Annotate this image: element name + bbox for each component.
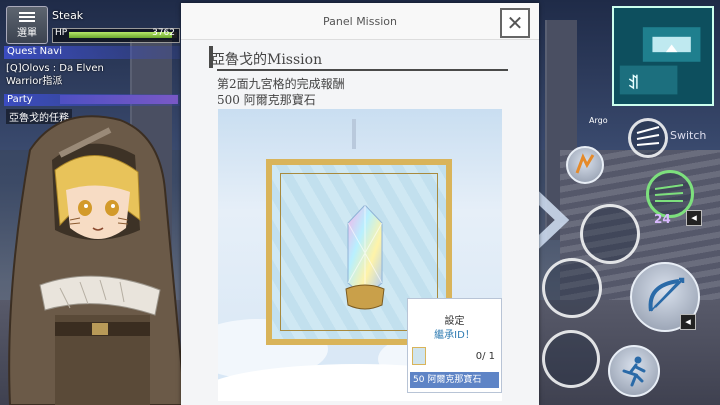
gem-thumbnail-icon xyxy=(412,347,426,365)
arrow-left-icon[interactable]: ◂ xyxy=(686,210,702,226)
hamburger-icon xyxy=(19,11,35,22)
popup-line-2: 繼承ID！ xyxy=(434,330,475,341)
quest-line-2: Warrior指派 xyxy=(6,76,63,87)
arcana-gem-icon xyxy=(345,205,385,310)
mission-reward-text: 500 阿爾克那寶石 xyxy=(217,93,316,107)
menu-button[interactable]: 選單 xyxy=(6,6,48,44)
skill-burst-icon xyxy=(575,153,595,174)
quest-navi-text[interactable]: [Q]Olovs : Da Elven Warrior指派 xyxy=(6,62,104,88)
quest-navi-header[interactable]: Quest Navi xyxy=(4,46,180,59)
switch-skill-ring[interactable] xyxy=(628,118,668,158)
empty-skill-ring[interactable] xyxy=(580,204,640,264)
empty-skill-ring[interactable] xyxy=(542,330,600,388)
green-arrow-icon xyxy=(654,184,684,202)
hp-label: HP xyxy=(55,28,68,38)
skill-button-1[interactable] xyxy=(566,146,604,184)
dash-button[interactable] xyxy=(608,345,660,397)
close-icon: ✕ xyxy=(506,11,524,35)
player-name: Steak xyxy=(52,9,84,22)
reward-popup[interactable]: 設定 繼承ID！ 0/ 1 50 阿爾克那寶石 xyxy=(407,298,502,393)
close-button[interactable]: ✕ xyxy=(500,8,530,38)
minimap[interactable]: ꀊ xyxy=(612,6,714,106)
npc-label: Argo xyxy=(589,116,608,125)
argo-character-portrait xyxy=(8,115,187,405)
hp-value: 3762 xyxy=(152,28,175,38)
item-count: 0/ 1 xyxy=(475,351,495,362)
empty-skill-ring[interactable] xyxy=(542,258,602,318)
arrow-volley-icon xyxy=(636,126,660,146)
menu-label: 選單 xyxy=(17,27,37,39)
arrow-left-icon[interactable]: ◂ xyxy=(680,314,696,330)
title-underline xyxy=(217,69,508,71)
party-header[interactable]: Party xyxy=(4,94,180,106)
hp-bar: HP 3762 xyxy=(52,28,180,43)
panel-header: Panel Mission ✕ xyxy=(181,3,539,40)
skill-count: 24 xyxy=(654,212,671,226)
running-man-icon xyxy=(622,356,646,387)
popup-line-1: 設定 xyxy=(444,316,465,327)
mission-description: 第2面九宮格的完成報酬 xyxy=(217,77,345,91)
svg-text:ꀊ: ꀊ xyxy=(627,74,639,93)
mission-title: 亞魯戈的Mission xyxy=(211,52,323,68)
switch-label: Switch xyxy=(670,129,707,142)
panel-mission-dialog: Panel Mission ✕ 亞魯戈的Mission 第2面九宮格的完成報酬 … xyxy=(181,3,539,405)
panel-title: Panel Mission xyxy=(323,15,397,28)
quest-line-1: [Q]Olovs : Da Elven xyxy=(6,63,104,74)
item-name: 50 阿爾克那寶石 xyxy=(410,372,499,388)
